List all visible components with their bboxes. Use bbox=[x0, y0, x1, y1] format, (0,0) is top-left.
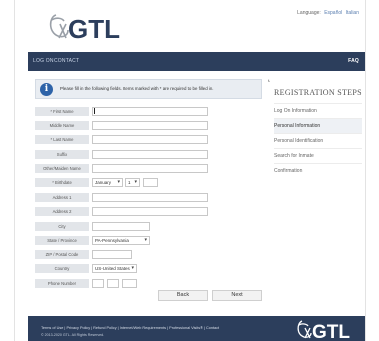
back-button[interactable]: Back bbox=[158, 290, 208, 301]
next-button[interactable]: Next bbox=[212, 290, 262, 301]
country-label: Country bbox=[35, 264, 89, 273]
page: GTL Language: Español Italian LOG ON CON… bbox=[0, 0, 379, 341]
suffix-label: Suffix bbox=[35, 150, 89, 159]
text-cursor bbox=[94, 108, 95, 114]
birthdate-label: * Birthdate bbox=[35, 178, 89, 187]
step-personal-information: Personal Information bbox=[274, 118, 362, 133]
address-2-label: Address 2 bbox=[35, 207, 89, 216]
birth-day-select[interactable]: 1 bbox=[125, 178, 140, 187]
phone-prefix-input[interactable] bbox=[107, 279, 119, 288]
address-1-label: Address 1 bbox=[35, 193, 89, 202]
logo-text: GTL bbox=[68, 14, 120, 44]
language-option-italian[interactable]: Italian bbox=[346, 10, 359, 16]
step-personal-identification: Personal Identification bbox=[274, 133, 362, 148]
info-icon: i bbox=[40, 83, 53, 96]
other-maiden-name-label: Other/Maiden Name bbox=[35, 164, 89, 173]
last-name-label: * Last Name bbox=[35, 135, 89, 144]
other-maiden-name-input[interactable] bbox=[92, 164, 208, 173]
state-province-label: State / Province bbox=[35, 236, 89, 245]
nav-faq[interactable]: FAQ bbox=[348, 58, 359, 64]
country-select[interactable]: US-United States bbox=[92, 264, 137, 273]
notice-text: Please fill in the following fields. Ite… bbox=[60, 86, 214, 91]
footer: Terms of Use | Privacy Policy | Refund P… bbox=[28, 316, 365, 341]
language-option-espanol[interactable]: Español bbox=[324, 10, 342, 16]
gtl-logo[interactable]: GTL bbox=[46, 8, 126, 44]
footer-gtl-logo: GTL bbox=[297, 320, 350, 341]
phone-number-label: Phone Number bbox=[35, 279, 89, 288]
zip-postal-code-label: ZIP / Postal Code bbox=[35, 250, 89, 259]
step-log-on-information: Log On Information bbox=[274, 103, 362, 118]
city-label: City bbox=[35, 222, 89, 231]
language-label: Language: bbox=[297, 10, 321, 16]
nav-log-on[interactable]: LOG ON bbox=[33, 58, 54, 64]
first-name-label: * First Name bbox=[35, 107, 89, 116]
registration-steps-panel: ⸤ REGISTRATION STEPS Log On Information … bbox=[268, 76, 363, 216]
state-province-select[interactable]: PA-Pennsylvania bbox=[92, 236, 150, 245]
last-name-input[interactable] bbox=[92, 135, 208, 144]
suffix-input[interactable] bbox=[92, 150, 208, 159]
step-search-for-inmate: Search for Inmate bbox=[274, 148, 362, 163]
top-nav: LOG ON CONTACT FAQ bbox=[28, 52, 365, 71]
language-selector: Language: Español Italian bbox=[297, 10, 359, 16]
phone-area-code-input[interactable] bbox=[92, 279, 104, 288]
middle-name-input[interactable] bbox=[92, 121, 208, 130]
birth-year-input[interactable] bbox=[143, 178, 158, 187]
phone-line-number-input[interactable] bbox=[122, 279, 137, 288]
zip-postal-code-input[interactable] bbox=[92, 250, 132, 259]
step-confirmation: Confirmation bbox=[274, 163, 362, 178]
address-1-input[interactable] bbox=[92, 193, 208, 202]
panel-corner-icon: ⸤ bbox=[268, 77, 271, 83]
footer-copyright: © 2013-2020 GTL. All Rights Reserved. bbox=[41, 333, 105, 337]
address-2-input[interactable] bbox=[92, 207, 208, 216]
first-name-input[interactable] bbox=[92, 107, 208, 116]
city-input[interactable] bbox=[92, 222, 150, 231]
middle-name-label: Middle Name bbox=[35, 121, 89, 130]
registration-steps-title: REGISTRATION STEPS bbox=[274, 88, 362, 97]
nav-contact[interactable]: CONTACT bbox=[54, 58, 79, 64]
footer-links[interactable]: Terms of Use | Privacy Policy | Refund P… bbox=[41, 326, 219, 330]
birth-month-select[interactable]: January bbox=[92, 178, 123, 187]
footer-logo-text: GTL bbox=[312, 322, 350, 341]
required-fields-notice: i Please fill in the following fields. I… bbox=[35, 79, 262, 99]
